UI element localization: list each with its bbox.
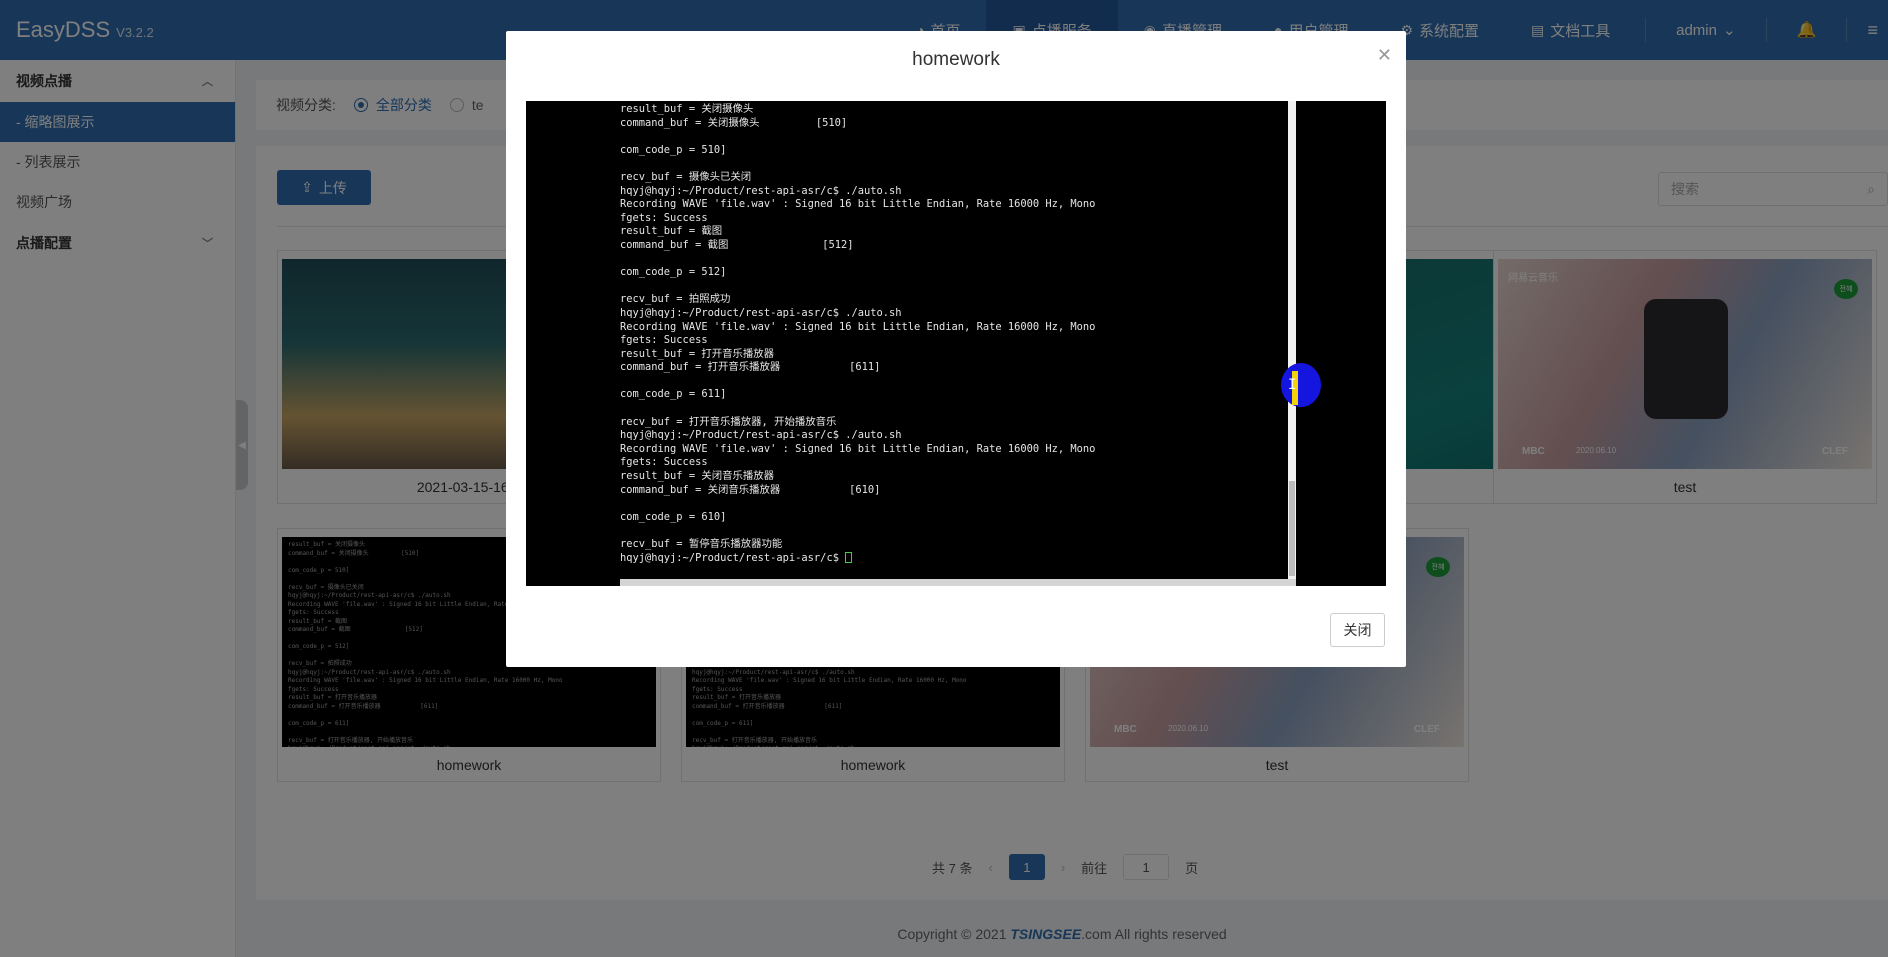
terminal-line: fgets: Success	[620, 334, 708, 347]
terminal-line: result_buf = 打开音乐播放器	[620, 347, 775, 360]
terminal-line: command_buf = 关闭音乐播放器 [610]	[620, 483, 881, 496]
terminal-line: hqyj@hqyj:~/Product/rest-api-asr/c$ ./au…	[620, 184, 902, 197]
terminal-cursor	[845, 551, 853, 563]
terminal-line: command_buf = 截图 [512]	[620, 238, 854, 251]
terminal-line: fgets: Success	[620, 211, 708, 224]
terminal-line: command_buf = 关闭摄像头 [510]	[620, 116, 848, 129]
terminal-line: recv_buf = 摄像头已关闭	[620, 170, 752, 183]
video-scrollbar-horizontal	[620, 579, 1296, 586]
terminal-line: fgets: Success	[620, 456, 708, 469]
terminal-line: Recording WAVE 'file.wav' : Signed 16 bi…	[620, 442, 1096, 455]
modal-title: homework	[912, 49, 1000, 70]
terminal-line: com_code_p = 512]	[620, 266, 727, 279]
terminal-line: Recording WAVE 'file.wav' : Signed 16 bi…	[620, 198, 1096, 211]
video-scrollbar-vertical	[1288, 101, 1296, 586]
terminal-line: recv_buf = 拍照成功	[620, 293, 731, 306]
terminal-line: hqyj@hqyj:~/Product/rest-api-asr/c$	[620, 551, 1286, 566]
scrollbar-thumb	[1289, 481, 1295, 576]
terminal-line: result_buf = 关闭摄像头	[620, 103, 754, 115]
video-modal: homework ✕ result_buf = 关闭摄像头 command_buf…	[506, 31, 1406, 667]
video-player[interactable]: result_buf = 关闭摄像头 command_buf = 关闭摄像头 [5…	[526, 101, 1386, 586]
text-cursor-icon: I	[1288, 377, 1297, 393]
terminal-line: com_code_p = 611]	[620, 388, 727, 401]
terminal-line: com_code_p = 510]	[620, 143, 727, 156]
terminal-line: result_buf = 关闭音乐播放器	[620, 470, 775, 483]
close-button[interactable]: 关闭	[1330, 613, 1385, 647]
terminal-line: Recording WAVE 'file.wav' : Signed 16 bi…	[620, 320, 1096, 333]
terminal-line: recv_buf = 暂停音乐播放器功能	[620, 538, 783, 550]
terminal-line: recv_buf = 打开音乐播放器, 开始播放音乐	[620, 415, 837, 428]
terminal-line: com_code_p = 610]	[620, 510, 727, 523]
close-icon[interactable]: ✕	[1377, 45, 1392, 66]
floating-ball-icon	[1281, 363, 1321, 407]
terminal-line: command_buf = 打开音乐播放器 [611]	[620, 361, 881, 374]
terminal-frame: result_buf = 关闭摄像头 command_buf = 关闭摄像头 [5…	[526, 101, 1286, 586]
terminal-line: hqyj@hqyj:~/Product/rest-api-asr/c$ ./au…	[620, 306, 902, 319]
terminal-line: hqyj@hqyj:~/Product/rest-api-asr/c$ ./au…	[620, 429, 902, 442]
terminal-line: result_buf = 截图	[620, 225, 723, 238]
